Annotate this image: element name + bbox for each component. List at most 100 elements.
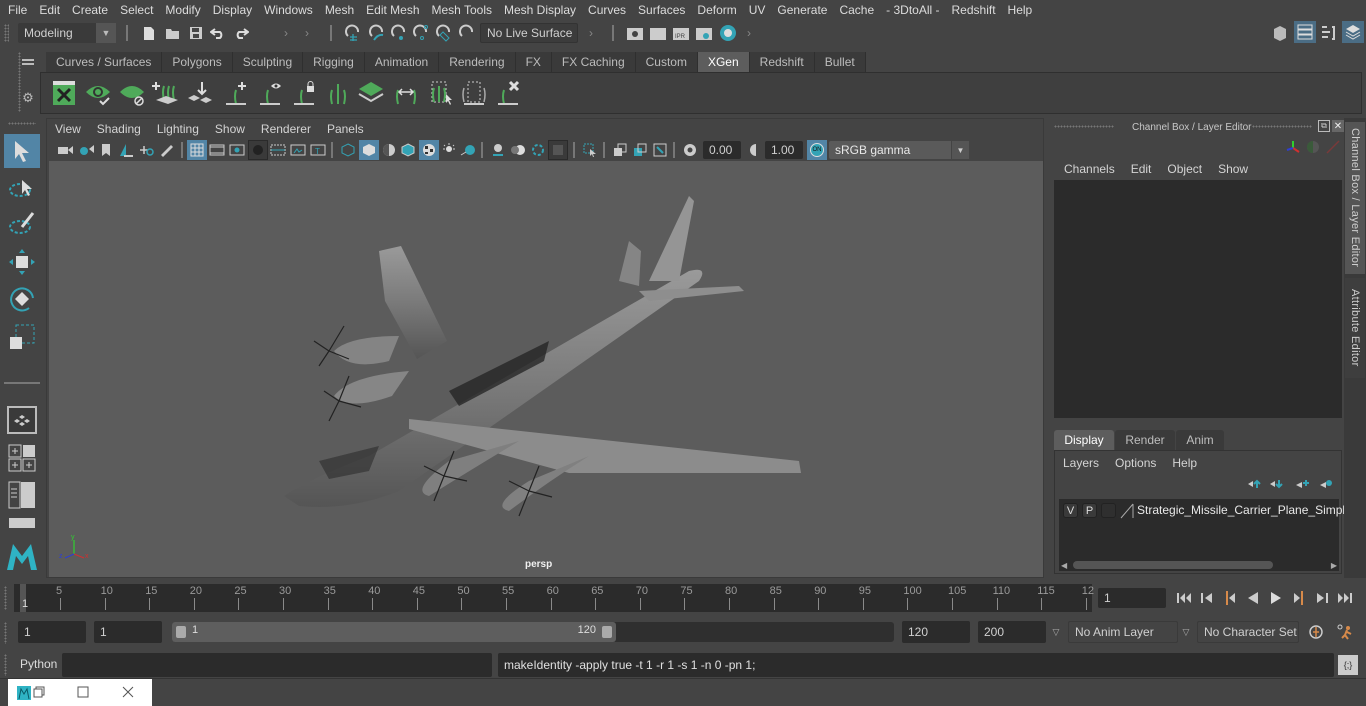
- textured-icon[interactable]: [419, 140, 439, 160]
- side-tab-channel-box[interactable]: Channel Box / Layer Editor: [1345, 122, 1365, 274]
- field-chart-icon[interactable]: [269, 142, 287, 158]
- menu-file[interactable]: File: [0, 3, 33, 17]
- render-view-icon[interactable]: [625, 23, 645, 43]
- scale-tool-icon[interactable]: [4, 320, 40, 354]
- toggle-guide-visibility-icon[interactable]: [255, 79, 285, 107]
- resolution-gate-icon[interactable]: [228, 142, 246, 158]
- channel-box-toggle-icon[interactable]: [1342, 21, 1364, 43]
- shelf-menu-icon[interactable]: [20, 55, 36, 69]
- guide-bounding-icon[interactable]: [459, 79, 489, 107]
- rotate-tool-icon[interactable]: [4, 282, 40, 316]
- close-panel-icon[interactable]: ✕: [1332, 120, 1344, 132]
- save-scene-icon[interactable]: [187, 23, 205, 43]
- xray-active-components-icon[interactable]: [631, 142, 649, 158]
- exposure-field[interactable]: 0.00: [703, 141, 741, 159]
- snap-to-projected-center-icon[interactable]: [411, 23, 431, 43]
- playback-end-field[interactable]: 120: [902, 621, 970, 643]
- layer-menu-options[interactable]: Options: [1115, 456, 1172, 470]
- viewport-menu-show[interactable]: Show: [207, 122, 253, 136]
- menu-edit[interactable]: Edit: [33, 3, 66, 17]
- lasso-tool-icon[interactable]: [4, 173, 40, 205]
- snap-to-curve-icon[interactable]: [367, 23, 387, 43]
- multisample-anti-aliasing-icon[interactable]: [529, 142, 547, 158]
- snap-to-point-icon[interactable]: [389, 23, 409, 43]
- layer-tab-display[interactable]: Display: [1054, 430, 1114, 450]
- undo-icon[interactable]: [209, 23, 227, 43]
- layer-tab-render[interactable]: Render: [1115, 430, 1175, 450]
- anim-layer-chevron-icon[interactable]: ▽: [1049, 624, 1063, 640]
- float-panel-icon[interactable]: ⧉: [1318, 120, 1330, 132]
- wireframe-on-shaded-icon[interactable]: [399, 142, 417, 158]
- layer-menu-layers[interactable]: Layers: [1063, 456, 1115, 470]
- xray-joints-icon[interactable]: [651, 142, 669, 158]
- snap-to-view-plane-icon[interactable]: [434, 23, 454, 43]
- command-line-grip[interactable]: [4, 654, 7, 676]
- shelf-tab-xgen[interactable]: XGen: [697, 52, 750, 72]
- anim-layer-dropdown[interactable]: No Anim Layer: [1068, 621, 1178, 643]
- use-all-lights-icon[interactable]: [440, 142, 458, 158]
- speed-channel-icon[interactable]: [1304, 138, 1322, 156]
- shelf-tab-fx-caching[interactable]: FX Caching: [551, 52, 636, 72]
- guide-sculpt-icon[interactable]: [323, 79, 353, 107]
- airplane-model[interactable]: [49, 161, 1043, 577]
- channel-menu-show[interactable]: Show: [1210, 162, 1256, 176]
- go-to-start-icon[interactable]: [1174, 588, 1194, 608]
- motion-blur-icon[interactable]: [509, 142, 527, 158]
- character-set-chevron-icon[interactable]: ▽: [1179, 624, 1193, 640]
- modeling-toolkit-icon[interactable]: [1270, 23, 1290, 43]
- menu-select[interactable]: Select: [114, 3, 159, 17]
- shelf-tab-redshift[interactable]: Redshift: [749, 52, 815, 72]
- lock-guides-icon[interactable]: [289, 79, 319, 107]
- film-gate-icon[interactable]: [208, 142, 226, 158]
- animation-end-field[interactable]: 200: [978, 621, 1046, 643]
- menu-mesh-tools[interactable]: Mesh Tools: [426, 3, 498, 17]
- shelf-tab-rendering[interactable]: Rendering: [439, 52, 516, 72]
- new-scene-icon[interactable]: [140, 23, 158, 43]
- place-guides-icon[interactable]: [185, 79, 215, 107]
- shelf-tab-fx[interactable]: FX: [515, 52, 552, 72]
- grid-toggle-icon[interactable]: [187, 140, 207, 160]
- layer-horizontal-scrollbar[interactable]: ◀ ▶: [1059, 559, 1339, 571]
- tool-settings-toggle-icon[interactable]: [1318, 23, 1338, 43]
- scroll-left-icon[interactable]: ◀: [1061, 561, 1067, 570]
- layer-display-type-toggle[interactable]: [1101, 503, 1116, 518]
- channel-box-list[interactable]: [1054, 180, 1342, 418]
- viewport-menu-shading[interactable]: Shading: [89, 122, 149, 136]
- wireframe-icon[interactable]: [339, 142, 357, 158]
- exposure-icon[interactable]: [681, 142, 699, 158]
- collapse-arrow-icon[interactable]: ›: [302, 23, 312, 43]
- single-perspective-layout-icon[interactable]: [7, 406, 37, 434]
- isolate-select-icon[interactable]: [581, 142, 599, 158]
- select-tool-icon[interactable]: [4, 134, 40, 168]
- viewport-menu-panels[interactable]: Panels: [319, 122, 372, 136]
- script-editor-icon[interactable]: {;}: [1338, 655, 1358, 675]
- layer-playback-toggle[interactable]: P: [1082, 503, 1097, 518]
- viewport-menu-renderer[interactable]: Renderer: [253, 122, 319, 136]
- menu-deform[interactable]: Deform: [691, 3, 742, 17]
- viewport-menu-view[interactable]: View: [47, 122, 89, 136]
- menu-cache[interactable]: Cache: [833, 3, 880, 17]
- menu-mesh[interactable]: Mesh: [319, 3, 360, 17]
- render-current-frame-icon[interactable]: [648, 23, 668, 43]
- color-management-toggle[interactable]: ON: [807, 140, 827, 160]
- create-empty-layer-icon[interactable]: [1293, 477, 1311, 491]
- collapse-arrow-icon[interactable]: ›: [281, 23, 291, 43]
- menu-edit-mesh[interactable]: Edit Mesh: [360, 3, 425, 17]
- scrollbar-thumb[interactable]: [1073, 561, 1273, 569]
- maya-logo-icon[interactable]: [4, 538, 40, 574]
- range-end-handle[interactable]: [602, 626, 612, 638]
- safe-title-icon[interactable]: T: [309, 142, 327, 158]
- bookmarks-icon[interactable]: [99, 142, 113, 158]
- xray-icon[interactable]: [611, 142, 629, 158]
- create-layer-from-selected-icon[interactable]: [1317, 477, 1335, 491]
- hypershade-icon[interactable]: [718, 23, 738, 43]
- menu-generate[interactable]: Generate: [771, 3, 833, 17]
- time-ruler[interactable]: 1 5 10 15 20 25 30 35 40 45 50 55 60 65 70 75 80 85 90 95 1…: [14, 584, 1094, 612]
- menu-uv[interactable]: UV: [743, 3, 772, 17]
- attribute-editor-toggle-icon[interactable]: [1294, 21, 1316, 43]
- script-language-toggle[interactable]: Python: [20, 657, 57, 671]
- step-forward-frame-icon[interactable]: [1312, 588, 1332, 608]
- chevron-down-icon[interactable]: ▼: [951, 141, 969, 159]
- range-slider-handle[interactable]: 1 120: [172, 622, 616, 642]
- hyperbolic-channel-icon[interactable]: [1324, 138, 1342, 156]
